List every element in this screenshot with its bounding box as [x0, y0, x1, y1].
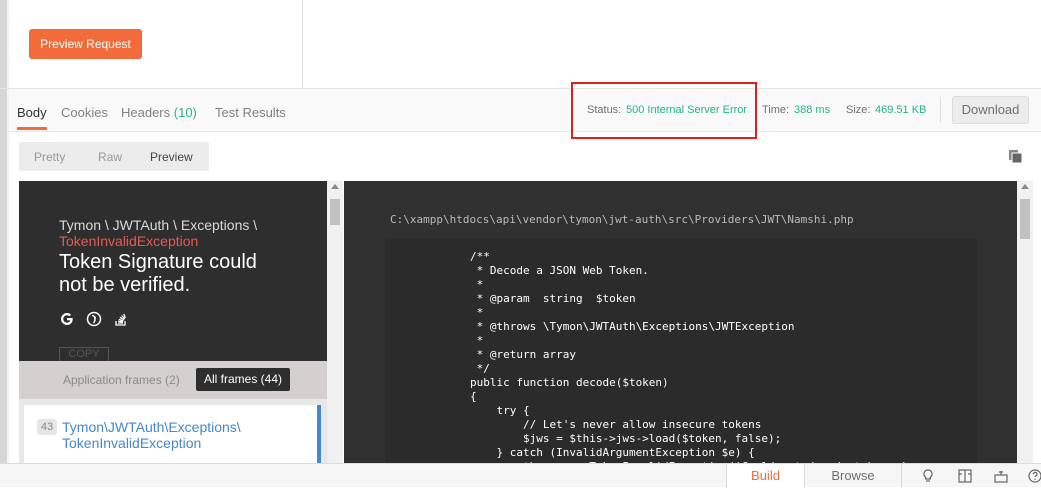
file-path: C:\xampp\htdocs\api\vendor\tymon\jwt-aut…	[390, 213, 854, 226]
status-highlight-box	[571, 82, 757, 139]
all-frames-toggle[interactable]: All frames (44)	[196, 368, 291, 391]
build-tab[interactable]: Build	[726, 464, 804, 488]
two-pane-view-icon[interactable]	[958, 469, 972, 483]
time-label: Time:	[762, 104, 790, 116]
scrollbar-thumb[interactable]	[330, 199, 340, 225]
google-icon[interactable]	[59, 311, 75, 327]
frame-number: 43	[37, 419, 57, 435]
keyboard-shortcuts-icon[interactable]	[994, 469, 1008, 483]
size-value[interactable]: 469.51 KB	[875, 104, 926, 116]
code-preview-panel: C:\xampp\htdocs\api\vendor\tymon\jwt-aut…	[344, 181, 1017, 463]
size-label: Size:	[846, 104, 871, 116]
status-footer: Build Browse	[0, 463, 1041, 488]
left-sidebar-edge-highlight	[7, 0, 9, 463]
code-snippet-box: /** * Decode a JSON Web Token. * * @para…	[385, 239, 977, 463]
copy-icon[interactable]	[1008, 149, 1023, 164]
application-frames-toggle[interactable]: Application frames (2)	[63, 373, 180, 387]
exception-summary-panel: Tymon \ JWTAuth \ Exceptions \ TokenInva…	[19, 181, 327, 463]
stack-frame-list: 43 Tymon\JWTAuth\Exceptions\ TokenInvali…	[19, 399, 327, 463]
tab-headers[interactable]: Headers (10)	[121, 105, 197, 120]
tab-test-results[interactable]: Test Results	[215, 105, 286, 120]
exception-namespace: Tymon \ JWTAuth \ Exceptions \	[59, 217, 258, 233]
tab-headers-label: Headers	[121, 105, 171, 120]
tab-cookies[interactable]: Cookies	[61, 105, 108, 120]
lightbulb-icon[interactable]	[921, 469, 935, 483]
frames-filter-bar: Application frames (2) All frames (44)	[19, 361, 327, 399]
stack-frame-item[interactable]: 43 Tymon\JWTAuth\Exceptions\ TokenInvali…	[24, 405, 321, 463]
left-sidebar-edge	[0, 0, 7, 463]
code-snippet: /** * Decode a JSON Web Token. * * @para…	[470, 250, 914, 463]
exception-class: TokenInvalidException	[59, 233, 199, 249]
download-button[interactable]: Download	[952, 96, 1029, 124]
view-mode-switcher: Pretty Raw Preview	[19, 142, 209, 171]
stackoverflow-icon[interactable]	[113, 311, 129, 327]
headers-count: (10)	[173, 105, 197, 120]
help-icon[interactable]	[1028, 469, 1041, 483]
mode-raw[interactable]: Raw	[98, 150, 122, 164]
mode-pretty[interactable]: Pretty	[34, 150, 65, 164]
scrollbar-thumb[interactable]	[1020, 199, 1030, 239]
preview-request-button[interactable]: Preview Request	[29, 29, 142, 59]
frame-class-name: Tymon\JWTAuth\Exceptions\ TokenInvalidEx…	[62, 419, 241, 451]
active-tab-indicator	[17, 127, 47, 130]
scroll-up-arrow-icon[interactable]	[1021, 184, 1029, 189]
scroll-up-arrow-icon[interactable]	[331, 184, 339, 189]
browse-tab[interactable]: Browse	[804, 464, 902, 488]
tab-body[interactable]: Body	[17, 105, 47, 120]
divider	[940, 98, 941, 122]
copy-button[interactable]: COPY	[59, 347, 109, 362]
exception-message: Token Signature could not be verified.	[59, 251, 257, 296]
duckduckgo-icon[interactable]	[86, 311, 102, 327]
mode-preview[interactable]: Preview	[150, 150, 193, 164]
time-value[interactable]: 388 ms	[794, 104, 830, 116]
